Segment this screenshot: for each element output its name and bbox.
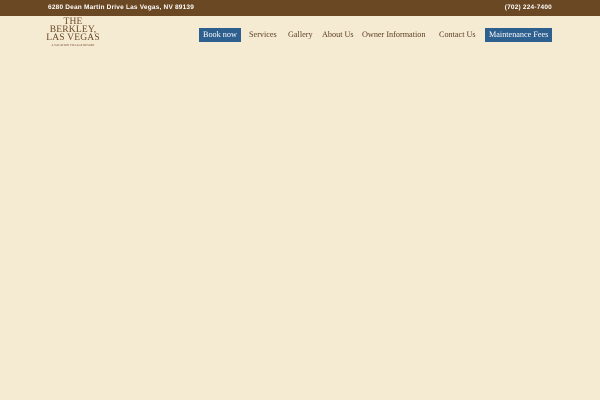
nav-item-contact-us[interactable]: Contact Us — [439, 28, 476, 42]
phone-link[interactable]: (702) 224-7400 — [505, 4, 552, 11]
main-content-area — [0, 56, 600, 400]
book-now-button[interactable]: Book now — [199, 28, 241, 42]
maintenance-fees-button[interactable]: Maintenance Fees — [485, 28, 553, 42]
logo-tagline: A VACATION VILLAGE RESORT — [51, 44, 95, 47]
nav-item-about-us[interactable]: About Us — [322, 28, 354, 42]
logo-line-las-vegas: LAS VEGAS — [46, 33, 100, 43]
site-logo[interactable]: THE BERKLEY, LAS VEGAS A VACATION VILLAG… — [46, 17, 100, 48]
nav-item-gallery[interactable]: Gallery — [288, 28, 313, 42]
nav-item-services[interactable]: Services — [249, 28, 277, 42]
top-info-bar: 6280 Dean Martin Drive Las Vegas, NV 891… — [0, 0, 600, 16]
nav-item-owner-information[interactable]: Owner Information — [362, 28, 425, 42]
site-header: THE BERKLEY, LAS VEGAS A VACATION VILLAG… — [0, 16, 600, 56]
address-text: 6280 Dean Martin Drive Las Vegas, NV 891… — [48, 4, 195, 11]
